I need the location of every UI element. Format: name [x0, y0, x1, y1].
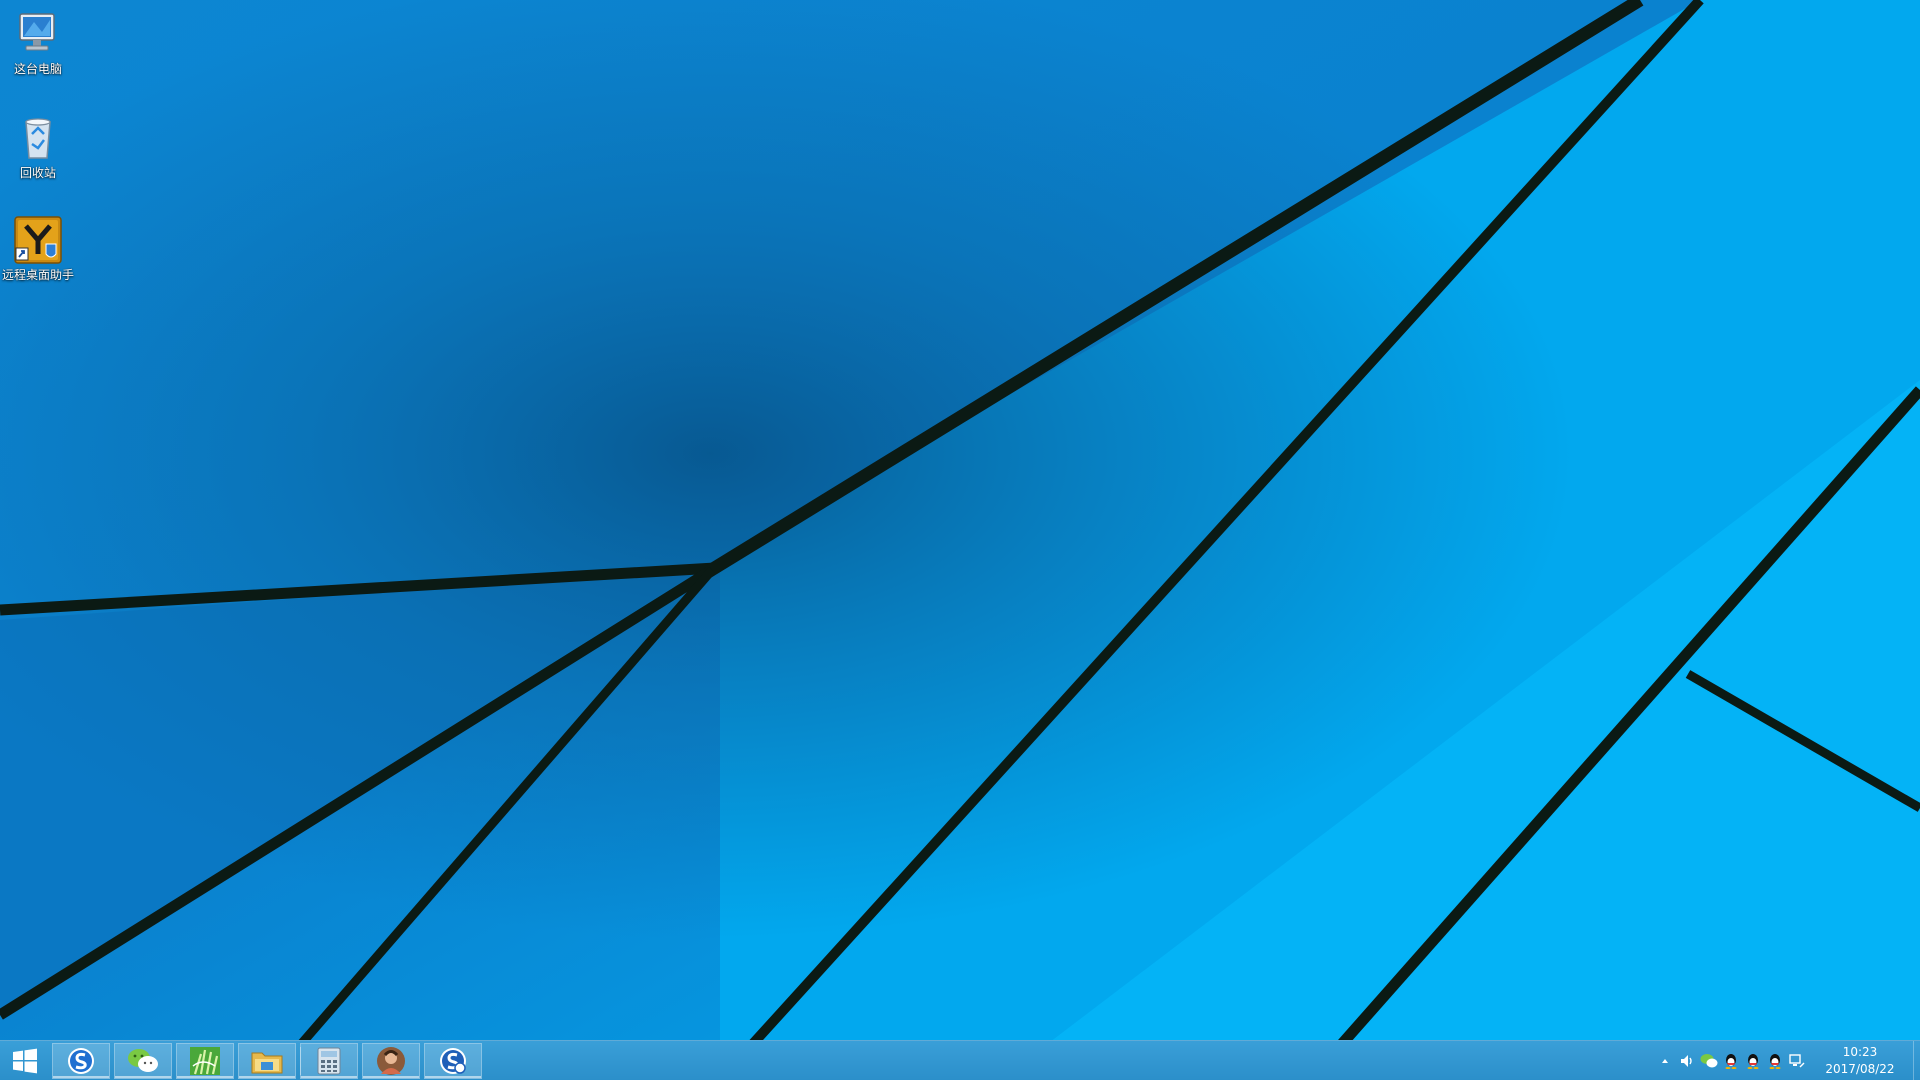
- windows-logo-icon: [13, 1048, 37, 1074]
- desktop[interactable]: 这台电脑 回收站 远程桌面助手 10:23 2017/08/22: [0, 0, 1920, 1080]
- desktop-icon-this-pc[interactable]: 这台电脑: [0, 8, 76, 77]
- avatar-app-icon: [377, 1047, 405, 1075]
- clock-time: 10:23: [1842, 1045, 1878, 1059]
- desktop-icon-remote-desktop-assistant[interactable]: 远程桌面助手: [0, 214, 76, 283]
- calculator-icon: [317, 1047, 341, 1075]
- green-app-icon: [190, 1047, 220, 1075]
- taskbar-app-wechat[interactable]: [114, 1043, 172, 1079]
- qq-icon[interactable]: [1722, 1052, 1740, 1070]
- sogou-input-icon: [440, 1048, 466, 1074]
- taskbar-app-green[interactable]: [176, 1043, 234, 1079]
- volume-icon[interactable]: [1678, 1052, 1696, 1070]
- remote-desktop-assistant-icon: [14, 216, 62, 264]
- system-tray: 10:23 2017/08/22: [1620, 1041, 1920, 1080]
- wechat-tray-icon[interactable]: [1700, 1052, 1718, 1070]
- computer-icon: [19, 13, 55, 51]
- start-button[interactable]: [0, 1041, 50, 1080]
- file-explorer-icon: [251, 1052, 283, 1074]
- desktop-icon-label: 回收站: [19, 166, 56, 180]
- qq-icon[interactable]: [1766, 1052, 1784, 1070]
- wallpaper: [0, 0, 1920, 1080]
- show-hidden-icons-chevron[interactable]: [1656, 1052, 1674, 1070]
- taskbar-app-sogou-input[interactable]: [424, 1043, 482, 1079]
- clock-date: 2017/08/22: [1825, 1062, 1895, 1076]
- desktop-icon-label: 这台电脑: [13, 62, 62, 76]
- recycle-bin-icon: [25, 118, 51, 159]
- taskbar-app-sogou-browser[interactable]: [52, 1043, 110, 1079]
- taskbar-app-file-explorer[interactable]: [238, 1043, 296, 1079]
- taskbar-clock[interactable]: 10:23 2017/08/22: [1820, 1044, 1900, 1078]
- taskbar-app-calculator[interactable]: [300, 1043, 358, 1079]
- desktop-icon-recycle-bin[interactable]: 回收站: [0, 112, 76, 181]
- sogou-browser-icon: [68, 1048, 94, 1074]
- qq-icon[interactable]: [1744, 1052, 1762, 1070]
- wechat-icon: [128, 1049, 158, 1072]
- network-icon[interactable]: [1788, 1052, 1806, 1070]
- taskbar-app-avatar[interactable]: [362, 1043, 420, 1079]
- desktop-icon-label: 远程桌面助手: [1, 268, 74, 282]
- show-desktop-button[interactable]: [1913, 1041, 1920, 1080]
- taskbar: 10:23 2017/08/22: [0, 1040, 1920, 1080]
